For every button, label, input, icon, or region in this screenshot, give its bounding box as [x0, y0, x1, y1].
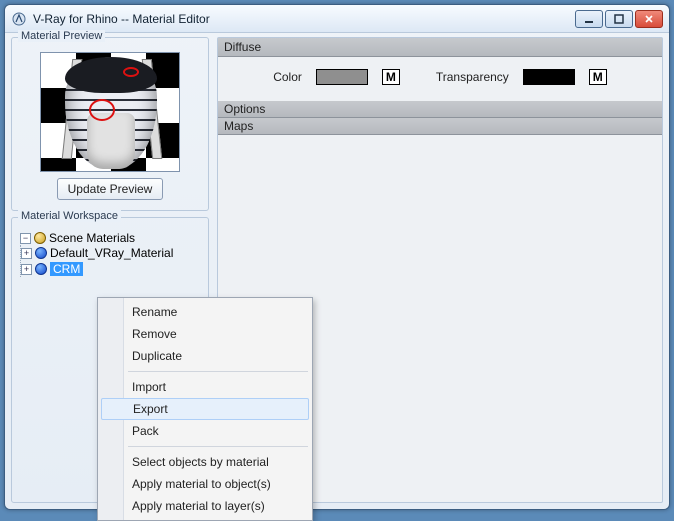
preview-legend: Material Preview [18, 30, 105, 42]
transparency-label: Transparency [436, 70, 509, 84]
menu-select-objects[interactable]: Select objects by material [100, 451, 310, 473]
menu-separator [128, 446, 308, 447]
color-swatch[interactable] [316, 69, 368, 85]
tree-root-label: Scene Materials [49, 231, 135, 245]
minimize-button[interactable] [575, 10, 603, 28]
menu-remove[interactable]: Remove [100, 323, 310, 345]
tree-item-label: Default_VRay_Material [50, 246, 173, 260]
material-icon [35, 247, 47, 259]
maps-header[interactable]: Maps [218, 118, 662, 135]
menu-import[interactable]: Import [100, 376, 310, 398]
menu-rename[interactable]: Rename [100, 301, 310, 323]
transparency-map-toggle[interactable]: M [589, 69, 607, 85]
color-map-toggle[interactable]: M [382, 69, 400, 85]
menu-export[interactable]: Export [101, 398, 309, 420]
maximize-button[interactable] [605, 10, 633, 28]
tree-item-default[interactable]: + Default_VRay_Material [21, 246, 200, 260]
expand-icon[interactable]: + [21, 248, 32, 259]
window-title: V-Ray for Rhino -- Material Editor [33, 12, 575, 26]
material-preview-group: Material Preview Update Preview [11, 37, 209, 211]
close-button[interactable] [635, 10, 663, 28]
tree-item-label-selected: CRM [50, 262, 83, 276]
transparency-swatch[interactable] [523, 69, 575, 85]
menu-duplicate[interactable]: Duplicate [100, 345, 310, 367]
titlebar[interactable]: V-Ray for Rhino -- Material Editor [5, 5, 669, 33]
collapse-icon[interactable]: − [20, 233, 31, 244]
tree-root[interactable]: − Scene Materials [20, 231, 200, 245]
diffuse-header[interactable]: Diffuse [218, 38, 662, 57]
scene-materials-icon [34, 232, 46, 244]
app-icon [11, 11, 27, 27]
expand-icon[interactable]: + [21, 264, 32, 275]
material-icon [35, 263, 47, 275]
options-header[interactable]: Options [218, 101, 662, 118]
menu-separator [128, 371, 308, 372]
diffuse-body: Color M Transparency M [218, 57, 662, 99]
color-label: Color [273, 70, 302, 84]
menu-pack[interactable]: Pack [100, 420, 310, 442]
workspace-legend: Material Workspace [18, 210, 121, 222]
preview-image [40, 52, 180, 172]
material-editor-window: V-Ray for Rhino -- Material Editor Mater… [4, 4, 670, 510]
update-preview-button[interactable]: Update Preview [57, 178, 164, 200]
tree-item-crm[interactable]: + CRM [21, 262, 200, 276]
menu-apply-objects[interactable]: Apply material to object(s) [100, 473, 310, 495]
context-menu[interactable]: Rename Remove Duplicate Import Export Pa… [97, 297, 313, 521]
